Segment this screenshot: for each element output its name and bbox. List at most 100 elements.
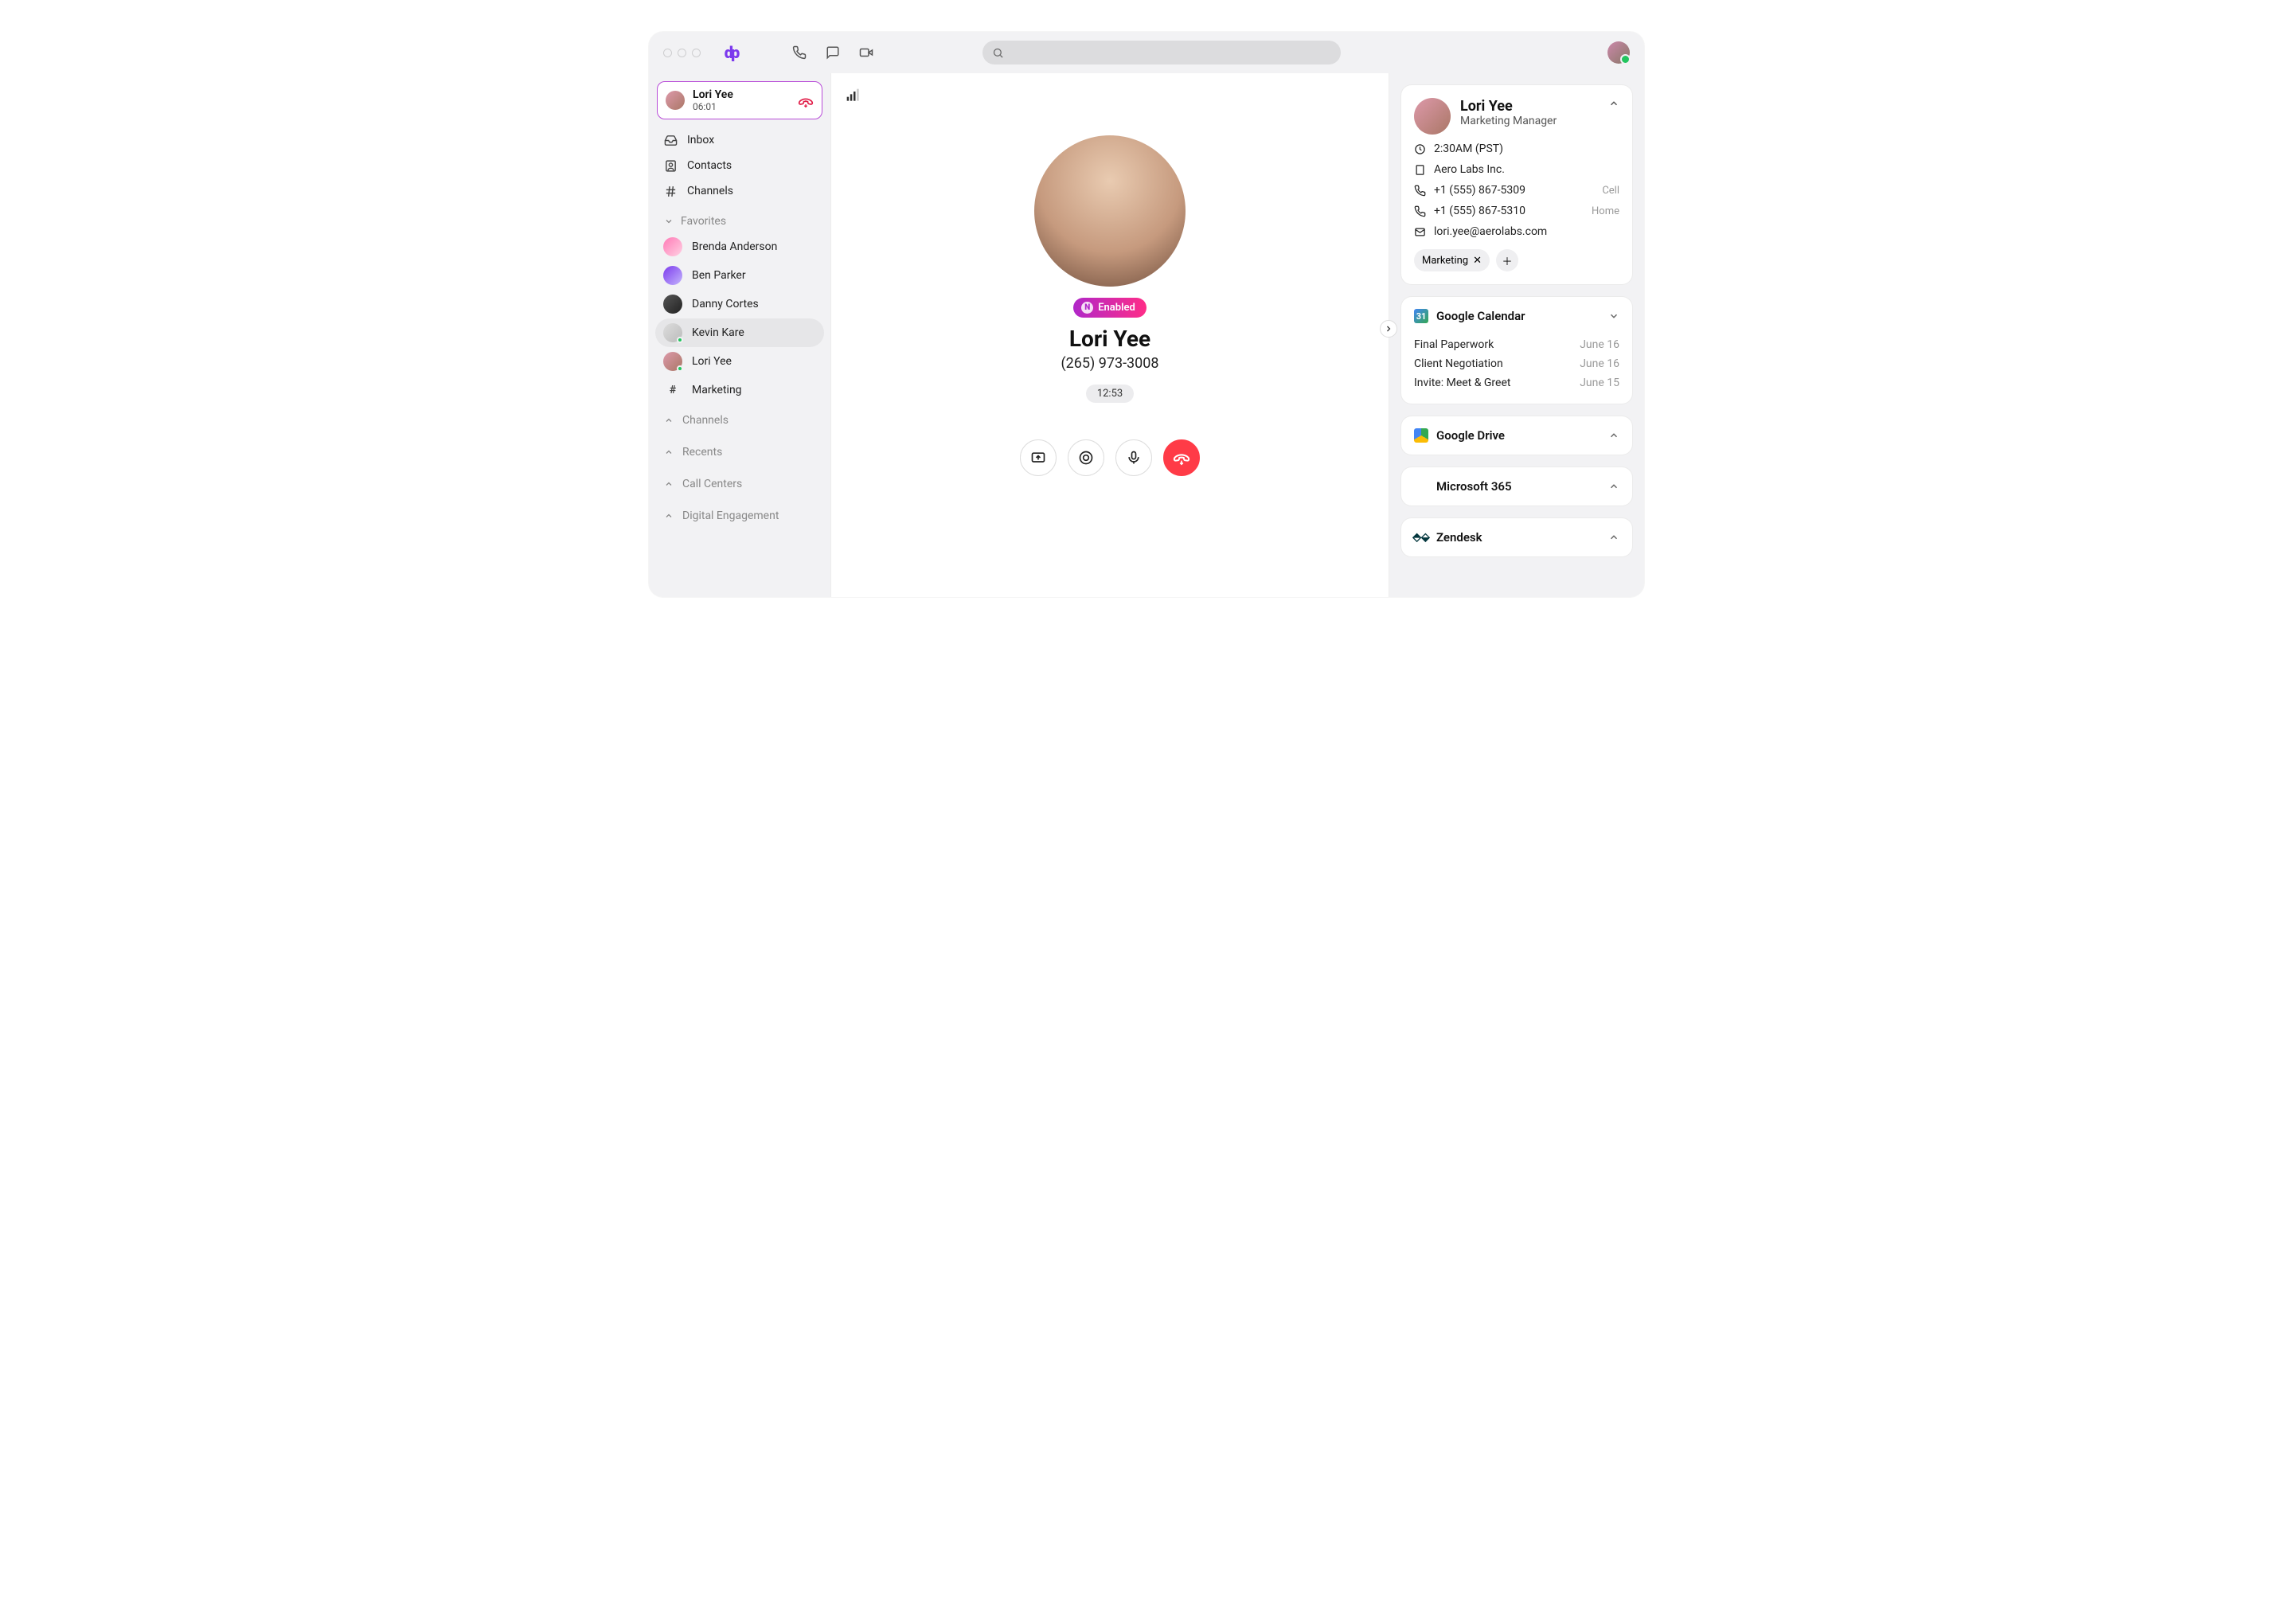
section-label: Digital Engagement (682, 509, 779, 522)
call-duration: 12:53 (1086, 385, 1134, 403)
avatar (663, 266, 682, 285)
contact-title: Marketing Manager (1460, 115, 1557, 127)
favorite-item[interactable]: Danny Cortes (655, 290, 824, 318)
contact-company: Aero Labs Inc. (1414, 163, 1619, 176)
contact-details-panel: Lori Yee Marketing Manager 2:30AM (PST) … (1389, 73, 1644, 597)
calendar-event[interactable]: Client NegotiationJune 16 (1414, 354, 1619, 373)
contact-tag[interactable]: Marketing ✕ (1414, 249, 1490, 271)
chevron-up-icon (663, 510, 674, 521)
hangup-icon[interactable] (798, 92, 814, 108)
microsoft-icon (1414, 479, 1428, 494)
active-call-duration: 06:01 (693, 101, 790, 112)
chevron-down-icon (1608, 310, 1619, 322)
section-label: Recents (682, 446, 722, 459)
favorites-header[interactable]: Favorites (655, 204, 824, 232)
section-label: Channels (682, 414, 729, 427)
integration-zendesk: ⬘⬙ Zendesk (1400, 517, 1633, 557)
avatar (666, 91, 685, 110)
integration-header[interactable]: ⬘⬙ Zendesk (1401, 518, 1632, 556)
favorite-item[interactable]: Kevin Kare (655, 318, 824, 347)
section-recents[interactable]: Recents (655, 436, 824, 468)
collapse-panel-button[interactable] (1380, 320, 1397, 338)
google-calendar-icon: 31 (1414, 309, 1428, 323)
presence-dot (677, 337, 683, 343)
building-icon (1414, 164, 1426, 176)
badge-label: Enabled (1098, 302, 1135, 314)
screenshare-button[interactable] (1020, 439, 1057, 476)
phone-type-label: Home (1592, 205, 1619, 217)
search-icon (992, 47, 1004, 59)
calendar-event[interactable]: Invite: Meet & GreetJune 15 (1414, 373, 1619, 392)
nav-label: Contacts (687, 159, 732, 172)
record-button[interactable] (1068, 439, 1104, 476)
tag-label: Marketing (1422, 255, 1468, 267)
email-icon (1414, 226, 1426, 238)
close-icon[interactable]: ✕ (1473, 255, 1482, 267)
signal-icon (846, 88, 861, 103)
contact-phone-cell[interactable]: +1 (555) 867-5309 Cell (1414, 184, 1619, 197)
active-call-card[interactable]: Lori Yee 06:01 (657, 81, 822, 119)
section-digital-engagement[interactable]: Digital Engagement (655, 500, 824, 532)
integration-header[interactable]: 31 Google Calendar (1401, 297, 1632, 335)
collapse-contact-button[interactable] (1608, 98, 1619, 109)
integration-google-drive: Google Drive (1400, 416, 1633, 455)
window-close[interactable] (663, 49, 672, 57)
contact-phone-home[interactable]: +1 (555) 867-5310 Home (1414, 205, 1619, 217)
current-user-avatar[interactable] (1607, 41, 1630, 64)
favorite-item[interactable]: Ben Parker (655, 261, 824, 290)
add-tag-button[interactable]: ＋ (1496, 249, 1518, 271)
window-zoom[interactable] (692, 49, 701, 57)
favorite-item[interactable]: Brenda Anderson (655, 232, 824, 261)
integration-microsoft-365: Microsoft 365 (1400, 467, 1633, 506)
chevron-up-icon (1608, 430, 1619, 441)
integration-title: Google Calendar (1436, 309, 1525, 323)
chat-icon[interactable] (825, 45, 841, 61)
window-minimize[interactable] (678, 49, 686, 57)
contact-card: Lori Yee Marketing Manager 2:30AM (PST) … (1400, 84, 1633, 285)
favorite-item[interactable]: # Marketing (655, 376, 824, 404)
section-label: Call Centers (682, 478, 742, 490)
favorite-label: Lori Yee (692, 355, 732, 368)
phone-type-label: Cell (1602, 185, 1619, 197)
integration-header[interactable]: Microsoft 365 (1401, 467, 1632, 506)
chevron-up-icon (663, 478, 674, 490)
chevron-up-icon (663, 415, 674, 426)
integration-google-calendar: 31 Google Calendar Final PaperworkJune 1… (1400, 296, 1633, 404)
hangup-button[interactable] (1163, 439, 1200, 476)
contact-localtime: 2:30AM (PST) (1414, 142, 1619, 155)
inbox-icon (663, 133, 678, 147)
chevron-up-icon (663, 447, 674, 458)
contact-email[interactable]: lori.yee@aerolabs.com (1414, 225, 1619, 238)
sidebar: Lori Yee 06:01 Inbox Contacts Channels (649, 73, 830, 597)
favorite-label: Danny Cortes (692, 298, 759, 310)
phone-icon[interactable] (791, 45, 807, 61)
call-controls (1020, 439, 1200, 476)
nav-channels[interactable]: Channels (655, 178, 824, 204)
app-window: dp Lori Yee 06:01 (649, 32, 1644, 597)
presence-dot (677, 365, 683, 372)
avatar (1414, 98, 1451, 135)
call-contact-phone: (265) 973-3008 (1061, 355, 1158, 372)
phone-icon (1414, 205, 1426, 217)
integration-header[interactable]: Google Drive (1401, 416, 1632, 455)
favorite-item[interactable]: Lori Yee (655, 347, 824, 376)
mute-button[interactable] (1115, 439, 1152, 476)
active-call-name: Lori Yee (693, 88, 790, 101)
titlebar: dp (649, 32, 1644, 73)
badge-icon: N (1081, 302, 1093, 314)
video-icon[interactable] (858, 45, 874, 61)
integration-title: Microsoft 365 (1436, 479, 1512, 494)
favorite-label: Ben Parker (692, 269, 746, 282)
chevron-up-icon (1608, 532, 1619, 543)
section-call-centers[interactable]: Call Centers (655, 468, 824, 500)
avatar (663, 295, 682, 314)
favorite-label: Brenda Anderson (692, 240, 777, 253)
ai-enabled-badge[interactable]: N Enabled (1073, 298, 1146, 318)
search-input[interactable] (982, 41, 1341, 64)
favorites-label: Favorites (681, 215, 726, 228)
avatar (663, 323, 682, 342)
nav-inbox[interactable]: Inbox (655, 127, 824, 153)
nav-contacts[interactable]: Contacts (655, 153, 824, 178)
calendar-event[interactable]: Final PaperworkJune 16 (1414, 335, 1619, 354)
section-channels[interactable]: Channels (655, 404, 824, 436)
